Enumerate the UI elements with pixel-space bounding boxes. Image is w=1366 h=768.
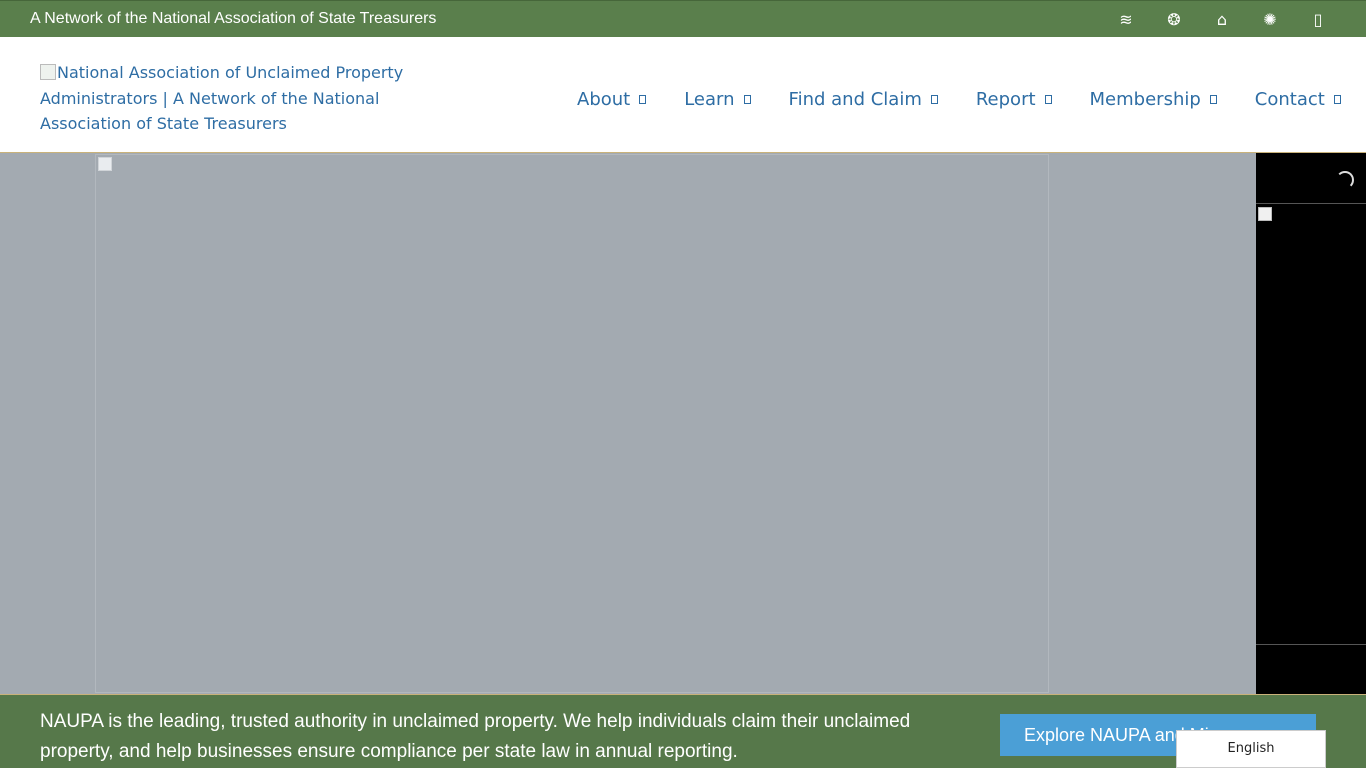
square-icon[interactable]: ▯ [1306, 8, 1330, 30]
network-tagline: A Network of the National Association of… [30, 10, 437, 27]
nav-item-report[interactable]: Report [976, 89, 1052, 110]
dropdown-icon [743, 95, 751, 104]
broken-image-icon [40, 64, 56, 80]
site-logo-link[interactable]: National Association of Unclaimed Proper… [40, 60, 410, 137]
nav-item-membership[interactable]: Membership [1090, 89, 1217, 110]
nav-item-label: Learn [684, 89, 735, 110]
broken-image-icon [1258, 207, 1272, 221]
nav-item-label: About [577, 89, 631, 110]
sos-logo-icon[interactable]: ❂ [1162, 8, 1186, 30]
bird-icon[interactable]: ✺ [1258, 8, 1282, 30]
site-header: National Association of Unclaimed Proper… [0, 37, 1366, 153]
nav-item-label: Report [975, 89, 1036, 110]
nav-item-contact[interactable]: Contact [1255, 89, 1341, 110]
dropdown-icon [930, 95, 938, 104]
partner-icons: ≋ ❂ ⌂ ✺ ▯ [1114, 8, 1330, 30]
side-video-panel [1256, 153, 1366, 694]
side-image-frame [1256, 203, 1366, 645]
dropdown-icon [639, 95, 647, 104]
waves-icon[interactable]: ≋ [1114, 8, 1138, 30]
top-bar: A Network of the National Association of… [0, 0, 1366, 37]
nav-item-learn[interactable]: Learn [684, 89, 751, 110]
nav-item-find-and-claim[interactable]: Find and Claim [789, 89, 938, 110]
capitol-icon[interactable]: ⌂ [1210, 8, 1234, 30]
hero-section [0, 153, 1256, 694]
dropdown-icon [1333, 95, 1341, 104]
hero-image-frame [95, 154, 1049, 693]
loading-spinner-icon [1336, 171, 1354, 189]
intro-text: NAUPA is the leading, trusted authority … [40, 711, 911, 762]
main-nav: About Learn Find and Claim Report Member… [577, 89, 1341, 110]
language-selector[interactable]: English [1176, 730, 1326, 768]
dropdown-icon [1209, 95, 1217, 104]
logo-alt-text: National Association of Unclaimed Proper… [40, 63, 404, 133]
nav-item-label: Find and Claim [788, 89, 922, 110]
intro-banner: NAUPA is the leading, trusted authority … [0, 694, 1366, 768]
nav-item-label: Membership [1089, 89, 1201, 110]
nav-item-about[interactable]: About [577, 89, 647, 110]
broken-image-icon [98, 157, 112, 171]
dropdown-icon [1044, 95, 1052, 104]
nav-item-label: Contact [1254, 89, 1325, 110]
